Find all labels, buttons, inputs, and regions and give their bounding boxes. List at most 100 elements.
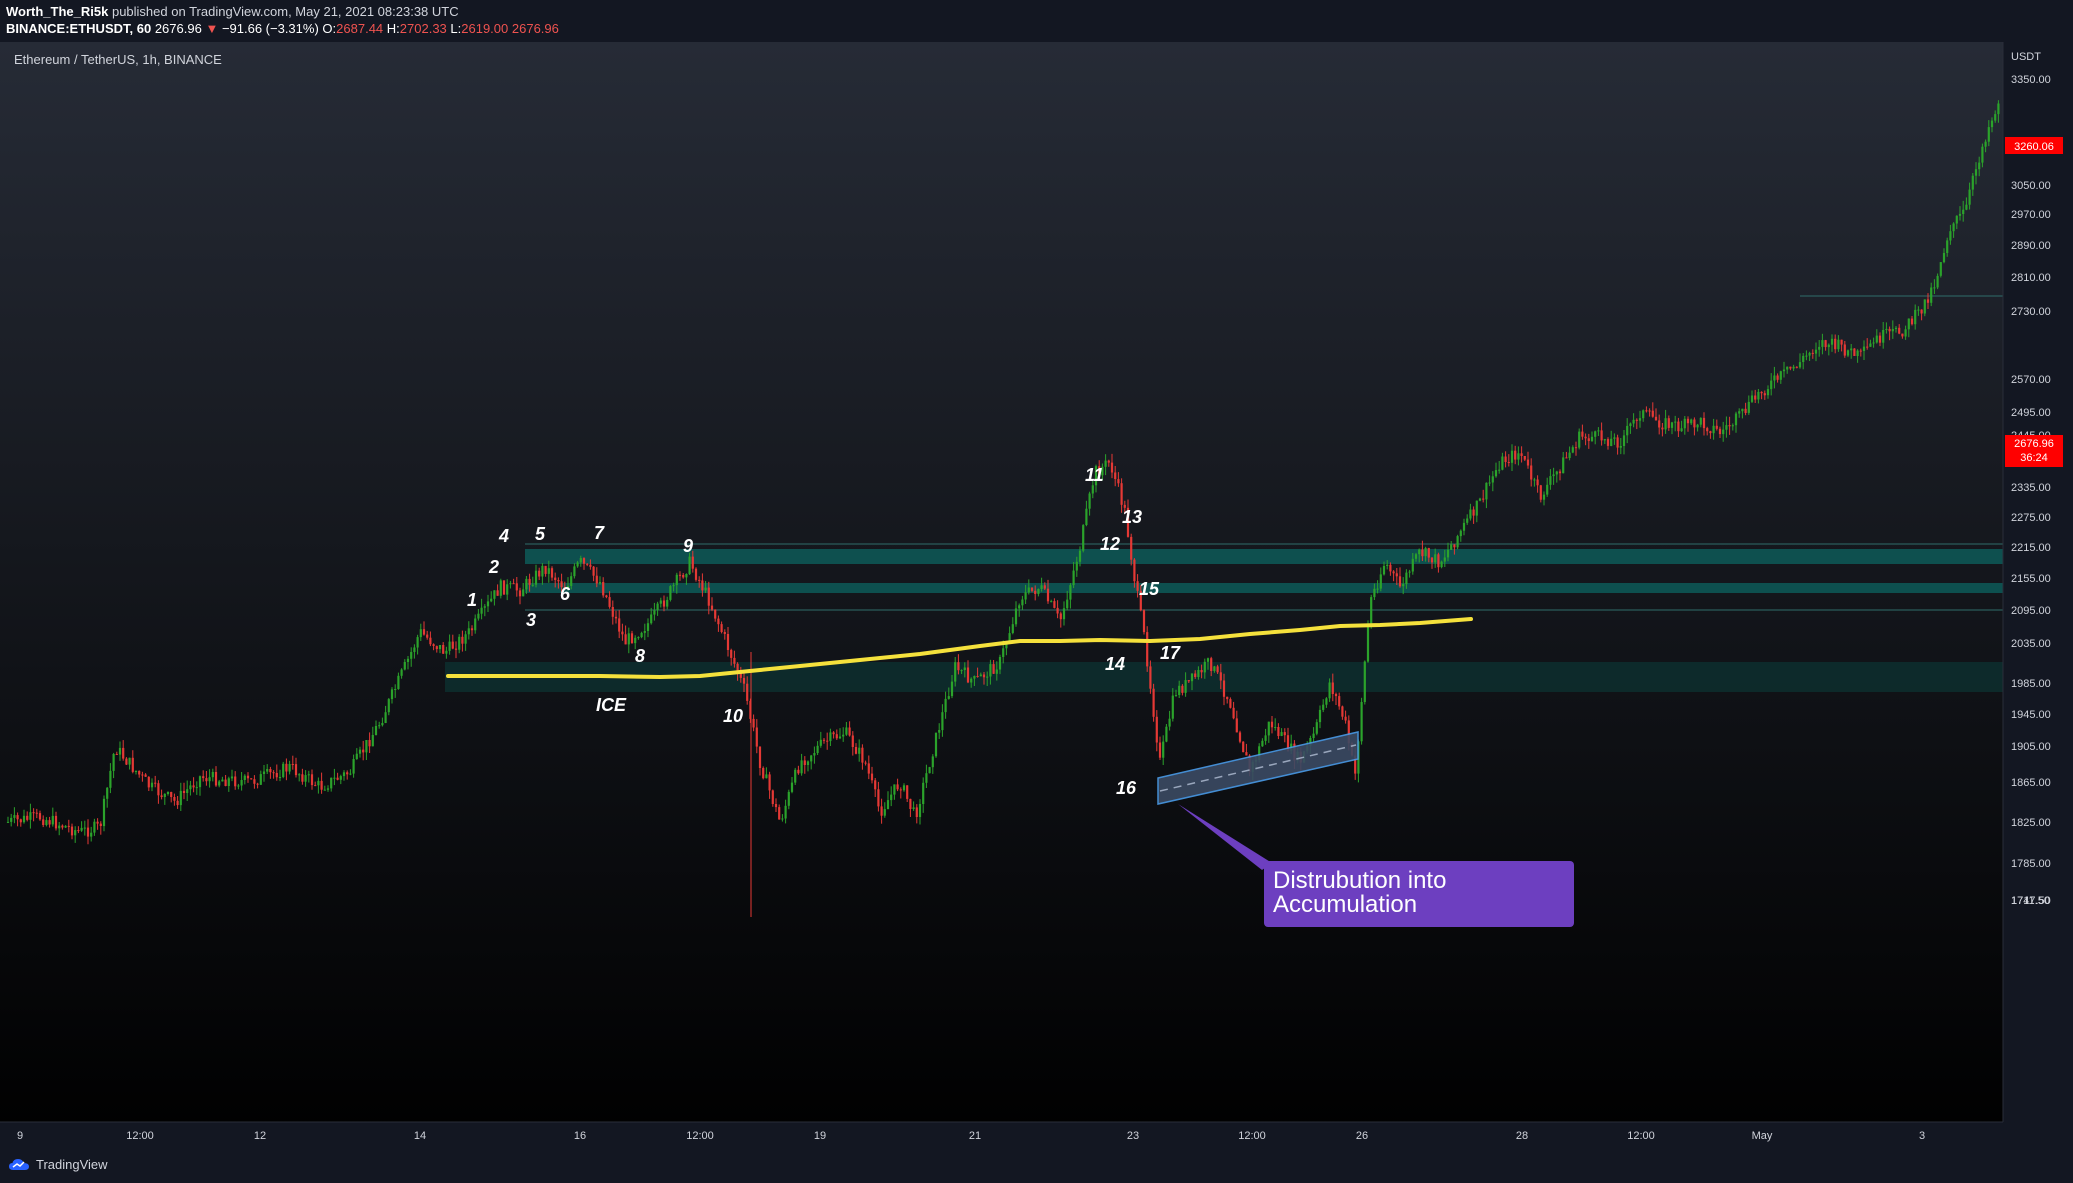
candle-body [656,603,659,611]
candle-body [1882,330,1885,343]
candle-body [1072,570,1075,586]
candle-body [29,812,32,820]
candle-body [1453,544,1456,548]
candle-body [992,664,995,674]
candle-body [880,806,883,816]
candle-body [1130,536,1133,560]
candle-body [1856,350,1859,356]
candle-body [1658,420,1661,428]
candle-body [1920,309,1923,314]
candle-body [259,774,262,785]
tradingview-brand[interactable]: TradingView [8,1156,108,1172]
candle-body [1264,735,1267,741]
candle-body [1546,484,1549,495]
time-axis[interactable] [0,1122,2003,1147]
candle-body [1424,548,1427,557]
candle-body [42,819,45,825]
candle-body [173,797,176,801]
chart-area[interactable]: Distrubution into Accumulation 1 2 3 4 5… [0,42,2073,1147]
candle-body [506,584,509,595]
candle-body [1466,518,1469,523]
candle-body [1949,231,1952,241]
candle-body [1594,431,1597,437]
candle-body [147,776,150,788]
candle-body [1997,103,2000,115]
candle-body [784,805,787,819]
candle-body [1514,450,1517,460]
candle-body [410,652,413,659]
candle-body [426,634,429,638]
candle-body [720,624,723,632]
candle-body [218,781,221,786]
candle-body [1280,732,1283,736]
candle-body [845,727,848,735]
candle-body [954,662,957,682]
candle-body [1536,479,1539,486]
candle-body [125,758,128,765]
candle-body [1232,707,1235,719]
candle-body [995,669,998,674]
candle-body [1120,483,1123,505]
candle-body [182,790,186,793]
candle-body [109,770,112,788]
candle-body [1002,648,1005,657]
candle-body [979,674,982,677]
candle-body [1078,550,1082,562]
candle-body [541,565,544,577]
candle-body [896,784,899,790]
candle-body [54,815,58,829]
candle-body [1226,696,1229,700]
wave-label-11: 11 [1085,465,1104,485]
candle-body [70,826,74,836]
candle-body [1990,120,1994,128]
candle-body [1171,695,1174,719]
author-name[interactable]: Worth_The_Ri5k [6,4,108,19]
candle-body [746,683,749,701]
candle-body [960,670,963,672]
candle-body [1683,418,1686,429]
candle-body [131,757,134,772]
wave-label-15: 15 [1139,579,1160,599]
candle-body [1389,564,1392,572]
candle-body [1421,549,1424,557]
candle-body [278,777,282,778]
candle-body [10,817,13,822]
candle-body [531,584,534,586]
candle-body [870,773,874,781]
chart-canvas[interactable]: Distrubution into Accumulation 1 2 3 4 5… [0,42,2073,1147]
candle-body [1590,436,1594,442]
candle-body [205,778,208,782]
candle-body [1587,438,1590,441]
candle-body [1830,338,1834,345]
candle-body [1898,327,1901,334]
price-tick: 2890.00 [2011,240,2051,252]
candle-body [416,637,419,648]
candle-body [406,658,410,662]
candle-body [829,732,832,742]
candle-body [80,827,83,831]
candle-body [1482,498,1485,500]
candle-body [150,782,154,788]
candle-body [1722,429,1725,435]
candle-body [1734,413,1738,426]
candle-body [1021,599,1024,606]
candle-body [752,718,755,728]
price-tick: 1945.00 [2011,709,2051,721]
candle-body [637,637,640,639]
time-tick: 21 [969,1130,981,1142]
candle-body [1229,699,1232,708]
wave-label-14: 14 [1105,654,1125,674]
candle-body [1603,439,1606,441]
time-tick: May [1752,1130,1773,1142]
candle-body [1370,597,1373,626]
candle-body [1926,299,1930,303]
candle-body [381,723,384,726]
candle-body [435,646,438,650]
candle-body [330,777,333,789]
candle-body [1782,369,1786,372]
candle-body [1530,465,1533,480]
candle-body [966,667,970,683]
candle-body [13,815,16,818]
candle-body [1552,474,1555,477]
candle-body [1155,716,1158,743]
